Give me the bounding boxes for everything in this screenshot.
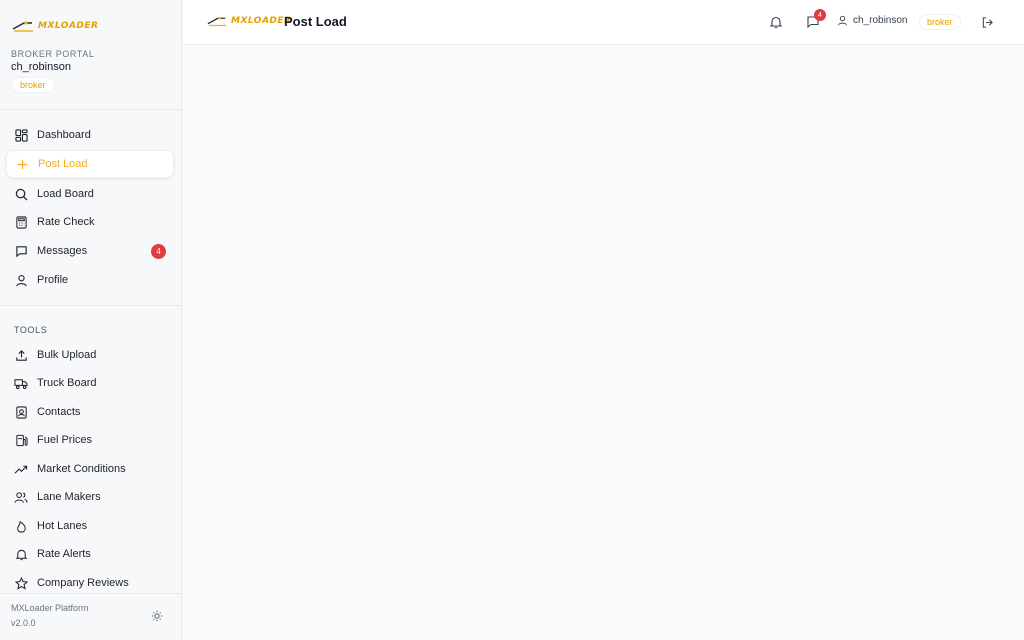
sidebar-item-rate-check[interactable]: Rate Check xyxy=(6,208,174,236)
sidebar-item-contacts[interactable]: Contacts xyxy=(6,398,174,426)
messages-count-badge: 4 xyxy=(814,9,826,21)
sidebar-item-label: Bulk Upload xyxy=(37,349,97,361)
header-username: ch_robinson xyxy=(853,15,908,26)
sidebar-item-label: Company Reviews xyxy=(37,577,129,589)
sidebar-item-label: Load Board xyxy=(37,188,94,200)
sidebar-item-label: Post Load xyxy=(38,158,88,170)
sun-icon xyxy=(151,610,163,622)
message-icon xyxy=(14,244,28,258)
sidebar-item-label: Rate Alerts xyxy=(37,548,91,560)
user-menu[interactable]: ch_robinson xyxy=(837,15,907,26)
sidebar-item-hot-lanes[interactable]: Hot Lanes xyxy=(6,512,174,540)
logout-button[interactable] xyxy=(979,14,995,30)
logout-icon xyxy=(982,16,993,28)
sidebar-item-label: Rate Check xyxy=(37,216,95,228)
contacts-icon xyxy=(14,405,28,419)
logo-mark-icon xyxy=(12,21,33,32)
sidebar-item-messages[interactable]: Messages 4 xyxy=(6,237,174,265)
divider xyxy=(0,305,182,306)
sidebar-item-label: Truck Board xyxy=(37,377,97,389)
sidebar: MXLOADER BROKER PORTAL ch_robinson broke… xyxy=(0,0,182,640)
sidebar-item-label: Fuel Prices xyxy=(37,434,93,446)
top-bar: MXLOADER Post Load 4 ch_robinson broker xyxy=(183,0,1024,45)
plus-icon xyxy=(15,157,29,171)
portal-username: ch_robinson xyxy=(11,61,71,73)
portal-label: BROKER PORTAL xyxy=(11,49,95,59)
notifications-button[interactable] xyxy=(768,14,784,30)
sidebar-item-profile[interactable]: Profile xyxy=(6,266,174,294)
sidebar-item-lane-makers[interactable]: Lane Makers xyxy=(6,483,174,511)
fuel-icon xyxy=(14,433,28,447)
star-icon xyxy=(14,576,28,590)
sidebar-item-label: Profile xyxy=(37,274,69,286)
sidebar-item-fuel-prices[interactable]: Fuel Prices xyxy=(6,426,174,454)
divider xyxy=(0,593,182,594)
sidebar-item-label: Messages xyxy=(37,245,88,257)
user-icon xyxy=(14,273,28,287)
sidebar-item-label: Market Conditions xyxy=(37,463,126,475)
sidebar-item-market-conditions[interactable]: Market Conditions xyxy=(6,455,174,483)
role-badge: broker xyxy=(919,14,961,30)
bell-icon xyxy=(14,547,28,561)
dashboard-icon xyxy=(14,128,28,142)
main-content xyxy=(183,46,1024,640)
sidebar-item-load-board[interactable]: Load Board xyxy=(6,180,174,208)
flame-icon xyxy=(14,519,28,533)
theme-toggle-button[interactable] xyxy=(150,609,164,623)
upload-icon xyxy=(14,348,28,362)
sidebar-item-post-load[interactable]: Post Load xyxy=(6,150,174,178)
sidebar-item-label: Lane Makers xyxy=(37,491,101,503)
role-badge: broker xyxy=(11,77,55,93)
page-title: Post Load xyxy=(284,14,347,29)
sidebar-item-label: Contacts xyxy=(37,406,81,418)
sidebar-item-truck-board[interactable]: Truck Board xyxy=(6,369,174,397)
divider xyxy=(0,109,182,110)
sidebar-item-bulk-upload[interactable]: Bulk Upload xyxy=(6,341,174,369)
calculator-icon xyxy=(14,215,28,229)
tools-section-label: TOOLS xyxy=(14,325,48,335)
messages-count-badge: 4 xyxy=(151,244,166,259)
bell-icon xyxy=(769,16,783,29)
truck-icon xyxy=(14,376,28,390)
header-logo[interactable]: MXLOADER xyxy=(207,15,291,27)
logo-mark-icon xyxy=(207,16,227,27)
user-icon xyxy=(837,15,848,26)
search-icon xyxy=(14,187,28,201)
sidebar-item-label: Hot Lanes xyxy=(37,520,88,532)
sidebar-item-rate-alerts[interactable]: Rate Alerts xyxy=(6,540,174,568)
sidebar-item-label: Dashboard xyxy=(37,129,91,141)
logo-text: MXLOADER xyxy=(231,16,292,26)
platform-version: v2.0.0 xyxy=(11,618,36,628)
users-icon xyxy=(14,490,28,504)
platform-name: MXLoader Platform xyxy=(11,603,89,613)
trending-up-icon xyxy=(14,462,28,476)
brand-logo[interactable]: MXLOADER xyxy=(12,20,98,32)
logo-text: MXLOADER xyxy=(38,21,99,31)
sidebar-item-dashboard[interactable]: Dashboard xyxy=(6,121,174,149)
